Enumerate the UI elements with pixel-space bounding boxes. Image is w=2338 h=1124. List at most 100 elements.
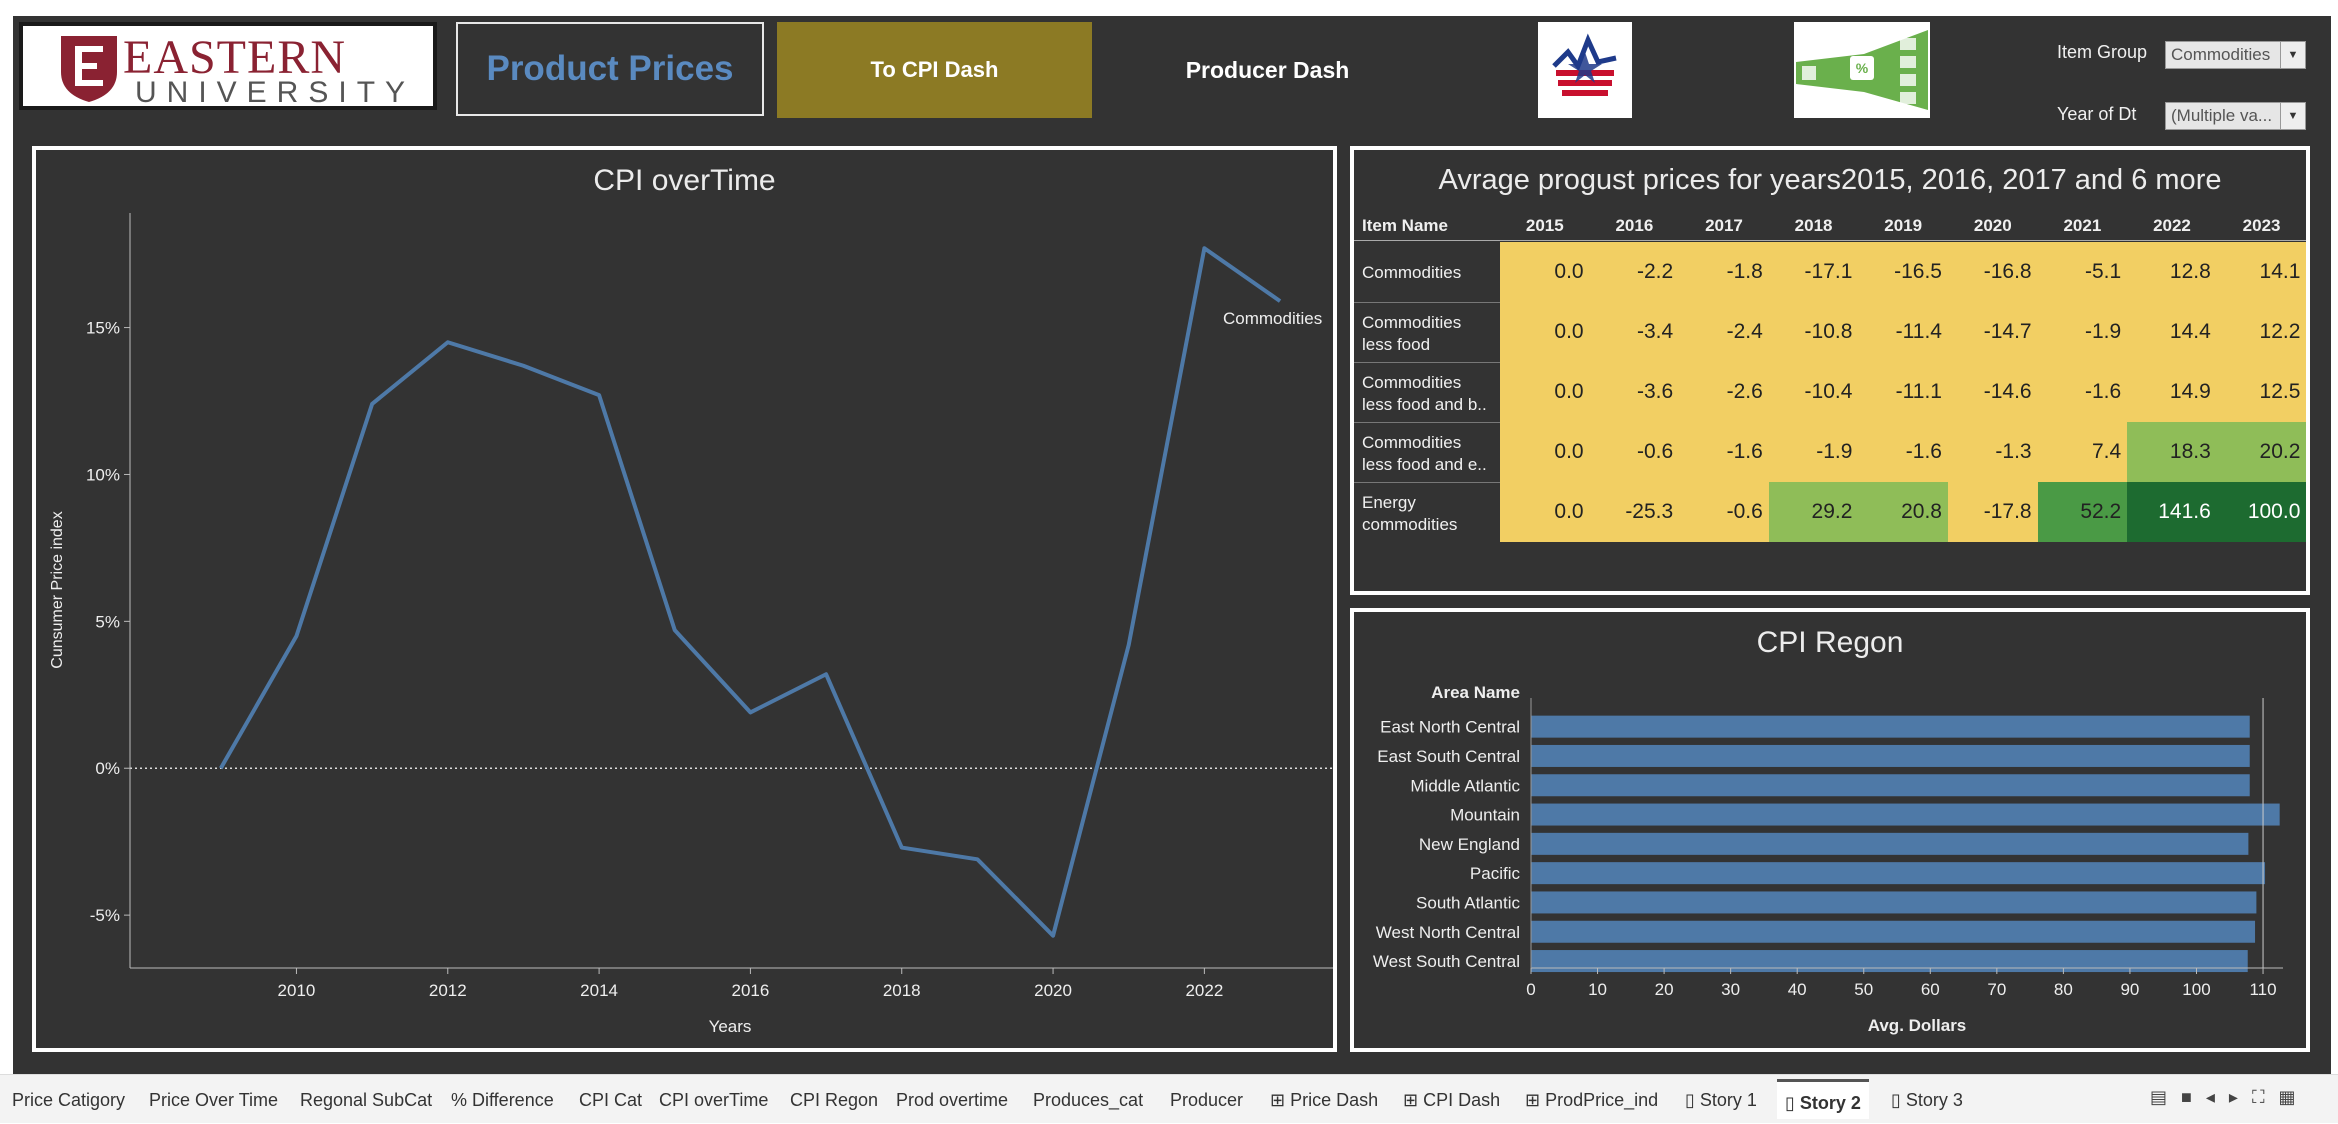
cpi-regon-panel: CPI Regon [1350, 608, 2310, 1052]
tab-cpi-cat[interactable]: CPI Cat [571, 1085, 650, 1115]
heatmap-cell: -0.6 [1679, 482, 1769, 542]
year-header: 2022 [2153, 216, 2191, 235]
heatmap-cell: 0.0 [1500, 422, 1590, 482]
tab-label: Producer [1170, 1090, 1244, 1110]
heatmap-cell: -3.6 [1589, 362, 1680, 422]
heatmap-cell: -1.6 [1858, 422, 1948, 482]
cpi-regon-title: CPI Regon [1756, 626, 1904, 659]
heatmap-cell: -1.3 [1948, 422, 2038, 482]
heatmap-cell: 18.3 [2127, 422, 2217, 482]
item-name-cell: Commodities [1362, 262, 1498, 284]
heatmap-cell: 7.4 [2037, 422, 2128, 482]
heatmap-cell: -14.7 [1948, 302, 2038, 362]
heatmap-cell: -5.1 [2037, 242, 2128, 302]
year-of-dt-dropdown[interactable]: (Multiple va... ▼ [2165, 102, 2306, 130]
avg-product-prices-table: Item Name 2015 2016 2017 2018 2019 2020 2021 202… [1354, 212, 2307, 542]
heatmap-cell: 14.4 [2127, 302, 2217, 362]
item-name-cell: Energy commodities [1362, 492, 1498, 536]
tab-produces-cat[interactable]: Produces_cat [1025, 1085, 1151, 1115]
chevron-down-icon[interactable]: ▼ [2280, 42, 2305, 68]
year-of-dt-label: Year of Dt [2057, 104, 2137, 124]
to-cpi-dash-button[interactable]: To CPI Dash [777, 22, 1092, 118]
heatmap-cell: -10.4 [1768, 362, 1859, 422]
tab-cpi-overtime[interactable]: CPI overTime [651, 1085, 776, 1115]
item-name-line1: Commodities [1362, 313, 1462, 332]
heatmap-cell: 0.0 [1500, 482, 1590, 542]
tab-price-dash[interactable]: ⊞ Price Dash [1262, 1085, 1386, 1115]
heatmap-cell: 14.9 [2127, 362, 2217, 422]
story-icon: ▯ [1891, 1090, 1906, 1110]
tab-label: % Difference [451, 1090, 554, 1110]
heatmap-cell: -16.5 [1858, 242, 1948, 302]
heatmap-cell: 141.6 [2127, 482, 2217, 542]
item-name-cell: Commodities less food and b.. [1362, 372, 1498, 416]
tab-label: Story 2 [1799, 1093, 1861, 1113]
tab-story-3[interactable]: ▯ Story 3 [1883, 1085, 1971, 1115]
heatmap-cell: -11.4 [1858, 302, 1948, 362]
heatmap-cell: -1.9 [2037, 302, 2128, 362]
year-header: 2018 [1794, 216, 1833, 235]
tab-story-1[interactable]: ▯ Story 1 [1677, 1085, 1765, 1115]
producer-dash-button[interactable]: Producer Dash [1110, 22, 1425, 118]
item-name-line2: less food and e.. [1362, 455, 1487, 474]
bls-logo-icon [1538, 22, 1632, 118]
tab-cpi-regon[interactable]: CPI Regon [782, 1085, 886, 1115]
dashboard-icon: ⊞ [1525, 1090, 1546, 1110]
heatmap-cell: -14.6 [1948, 362, 2038, 422]
item-name-line1: Commodities [1362, 433, 1462, 452]
heatmap-cell: 12.8 [2127, 242, 2217, 302]
dashboard-icon: ⊞ [1270, 1090, 1291, 1110]
tab-producer[interactable]: Producer [1162, 1085, 1251, 1115]
tab-label: Price Over Time [149, 1090, 279, 1110]
logo-word-university: UNIVERSITY [135, 76, 416, 109]
heatmap-cell: -2.2 [1589, 242, 1680, 302]
heatmap-cell: 0.0 [1500, 242, 1590, 302]
item-name-line1: Commodities [1362, 263, 1462, 282]
logo-word-eastern: EASTERN [123, 31, 346, 84]
tab-label: Price Dash [1290, 1090, 1379, 1110]
heatmap-cell: 0.0 [1500, 362, 1590, 422]
tab-label: CPI Cat [579, 1090, 643, 1110]
year-header: 2015 [1525, 216, 1564, 235]
tab-price-catigory[interactable]: Price Catigory [4, 1085, 133, 1115]
year-header: 2020 [1973, 216, 2012, 235]
row-divider [1354, 482, 1500, 483]
sheet-tab-bar: Price Catigory Price Over Time Regonal Sub… [0, 1074, 2338, 1123]
year-header: 2016 [1615, 216, 1654, 235]
tab-price-over-time[interactable]: Price Over Time [141, 1085, 286, 1115]
item-group-dropdown[interactable]: Commodities ▼ [2165, 41, 2306, 69]
header-divider [1354, 240, 2306, 241]
tab-prod-overtime[interactable]: Prod overtime [888, 1085, 1016, 1115]
tab-label: Produces_cat [1033, 1090, 1144, 1110]
price-infographic-icon: % [1794, 22, 1930, 118]
item-name-cell: Commodities less food and e.. [1362, 432, 1498, 476]
chevron-down-icon[interactable]: ▼ [2280, 103, 2305, 129]
heatmap-cell: -1.6 [2037, 362, 2128, 422]
tab-story-2[interactable]: ▯ Story 2 [1777, 1079, 1869, 1119]
heatmap-cell: -16.8 [1948, 242, 2038, 302]
svg-text:%: % [1856, 60, 1869, 76]
heatmap-cell: -2.6 [1679, 362, 1769, 422]
heatmap-cell: -3.4 [1589, 302, 1680, 362]
tab-navigation-controls[interactable]: ▤■◂▸⛶▦ [2150, 1087, 2310, 1108]
tab--difference[interactable]: % Difference [443, 1085, 562, 1115]
item-name-header: Item Name [1362, 216, 1448, 235]
eastern-university-logo: EASTERN UNIVERSITY [19, 22, 437, 110]
heatmap-cell: 0.0 [1500, 302, 1590, 362]
tab-cpi-dash[interactable]: ⊞ CPI Dash [1395, 1085, 1508, 1115]
dashboard-icon: ⊞ [1403, 1090, 1424, 1110]
heatmap-cell: -10.8 [1768, 302, 1859, 362]
heatmap-cell: 14.1 [2216, 242, 2307, 302]
tab-label: Price Catigory [12, 1090, 126, 1110]
heatmap-cell: -1.8 [1679, 242, 1769, 302]
tab-label: CPI Dash [1423, 1090, 1501, 1110]
heatmap-cell: 52.2 [2037, 482, 2128, 542]
item-name-line1: Energy [1362, 493, 1416, 512]
tab-label: Story 3 [1905, 1090, 1963, 1110]
tab-regonal-subcat[interactable]: Regonal SubCat [292, 1085, 440, 1115]
heatmap-cell: 12.2 [2216, 302, 2307, 362]
heatmap-cell: -17.8 [1948, 482, 2038, 542]
tab-label: CPI overTime [659, 1090, 769, 1110]
tab-prodprice-ind[interactable]: ⊞ ProdPrice_ind [1517, 1085, 1666, 1115]
heatmap-cell: -25.3 [1589, 482, 1680, 542]
